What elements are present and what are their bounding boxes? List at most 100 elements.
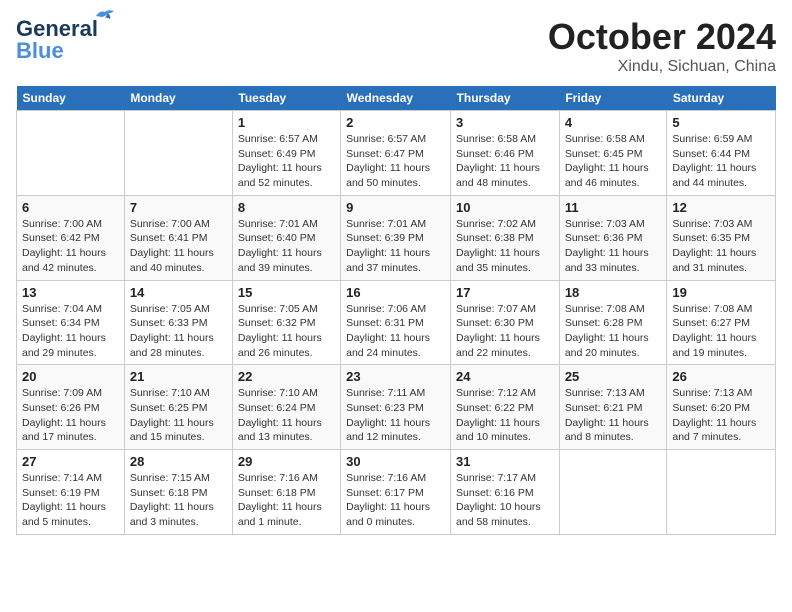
calendar-cell (667, 450, 776, 535)
day-number: 24 (456, 369, 554, 384)
weekday-header-friday: Friday (559, 86, 667, 111)
calendar-cell: 21 Sunrise: 7:10 AMSunset: 6:25 PMDayligh… (124, 365, 232, 450)
day-number: 21 (130, 369, 227, 384)
calendar-week-2: 6Sunrise: 7:00 AMSunset: 6:42 PMDaylight… (17, 195, 776, 280)
day-number: 13 (22, 285, 119, 300)
calendar-cell: 20Sunrise: 7:09 AMSunset: 6:26 PMDayligh… (17, 365, 125, 450)
day-number: 10 (456, 200, 554, 215)
calendar-cell: 22Sunrise: 7:10 AMSunset: 6:24 PMDayligh… (232, 365, 340, 450)
calendar-week-1: 1 Sunrise: 6:57 AMSunset: 6:49 PMDaylight… (17, 111, 776, 196)
day-info: Sunrise: 7:14 AMSunset: 6:19 PMDaylight:… (22, 471, 119, 530)
calendar-cell: 13 Sunrise: 7:04 AMSunset: 6:34 PMDayligh… (17, 280, 125, 365)
day-info: Sunrise: 7:07 AMSunset: 6:30 PMDaylight:… (456, 302, 554, 361)
title-area: October 2024 Xindu, Sichuan, China (548, 16, 776, 76)
calendar-cell: 30 Sunrise: 7:16 AMSunset: 6:17 PMDayligh… (341, 450, 451, 535)
day-number: 9 (346, 200, 445, 215)
calendar-cell: 6Sunrise: 7:00 AMSunset: 6:42 PMDaylight… (17, 195, 125, 280)
calendar-cell: 2 Sunrise: 6:57 AMSunset: 6:47 PMDaylight… (341, 111, 451, 196)
day-info: Sunrise: 6:58 AMSunset: 6:45 PMDaylight:… (565, 132, 662, 191)
weekday-header-sunday: Sunday (17, 86, 125, 111)
calendar-cell: 25Sunrise: 7:13 AMSunset: 6:21 PMDayligh… (559, 365, 667, 450)
day-info: Sunrise: 7:04 AMSunset: 6:34 PMDaylight:… (22, 302, 119, 361)
day-info: Sunrise: 7:01 AMSunset: 6:39 PMDaylight:… (346, 217, 445, 276)
calendar-cell (559, 450, 667, 535)
calendar-cell: 9 Sunrise: 7:01 AMSunset: 6:39 PMDaylight… (341, 195, 451, 280)
day-number: 4 (565, 115, 662, 130)
day-number: 1 (238, 115, 335, 130)
calendar-cell: 23 Sunrise: 7:11 AMSunset: 6:23 PMDayligh… (341, 365, 451, 450)
day-number: 5 (672, 115, 770, 130)
day-number: 30 (346, 454, 445, 469)
calendar-table: SundayMondayTuesdayWednesdayThursdayFrid… (16, 86, 776, 535)
day-info: Sunrise: 7:16 AMSunset: 6:17 PMDaylight:… (346, 471, 445, 530)
calendar-cell: 11 Sunrise: 7:03 AMSunset: 6:36 PMDayligh… (559, 195, 667, 280)
day-number: 6 (22, 200, 119, 215)
calendar-cell: 28Sunrise: 7:15 AMSunset: 6:18 PMDayligh… (124, 450, 232, 535)
day-info: Sunrise: 7:02 AMSunset: 6:38 PMDaylight:… (456, 217, 554, 276)
calendar-cell (124, 111, 232, 196)
day-info: Sunrise: 7:03 AMSunset: 6:35 PMDaylight:… (672, 217, 770, 276)
calendar-cell: 5 Sunrise: 6:59 AMSunset: 6:44 PMDaylight… (667, 111, 776, 196)
day-info: Sunrise: 6:58 AMSunset: 6:46 PMDaylight:… (456, 132, 554, 191)
day-number: 27 (22, 454, 119, 469)
calendar-cell: 31 Sunrise: 7:17 AMSunset: 6:16 PMDayligh… (451, 450, 560, 535)
weekday-header-thursday: Thursday (451, 86, 560, 111)
day-number: 12 (672, 200, 770, 215)
weekday-header-monday: Monday (124, 86, 232, 111)
logo-general: General (16, 16, 98, 41)
day-info: Sunrise: 7:10 AMSunset: 6:25 PMDaylight:… (130, 386, 227, 445)
day-number: 20 (22, 369, 119, 384)
day-info: Sunrise: 7:17 AMSunset: 6:16 PMDaylight:… (456, 471, 554, 530)
calendar-cell: 12 Sunrise: 7:03 AMSunset: 6:35 PMDayligh… (667, 195, 776, 280)
day-number: 16 (346, 285, 445, 300)
day-number: 23 (346, 369, 445, 384)
day-info: Sunrise: 6:59 AMSunset: 6:44 PMDaylight:… (672, 132, 770, 191)
day-number: 28 (130, 454, 227, 469)
calendar-cell: 17Sunrise: 7:07 AMSunset: 6:30 PMDayligh… (451, 280, 560, 365)
calendar-cell: 1 Sunrise: 6:57 AMSunset: 6:49 PMDaylight… (232, 111, 340, 196)
location-title: Xindu, Sichuan, China (548, 58, 776, 76)
day-info: Sunrise: 7:16 AMSunset: 6:18 PMDaylight:… (238, 471, 335, 530)
calendar-cell: 14Sunrise: 7:05 AMSunset: 6:33 PMDayligh… (124, 280, 232, 365)
day-number: 31 (456, 454, 554, 469)
day-info: Sunrise: 7:13 AMSunset: 6:21 PMDaylight:… (565, 386, 662, 445)
day-info: Sunrise: 7:12 AMSunset: 6:22 PMDaylight:… (456, 386, 554, 445)
day-number: 18 (565, 285, 662, 300)
day-info: Sunrise: 7:13 AMSunset: 6:20 PMDaylight:… (672, 386, 770, 445)
day-info: Sunrise: 7:01 AMSunset: 6:40 PMDaylight:… (238, 217, 335, 276)
day-info: Sunrise: 7:00 AMSunset: 6:41 PMDaylight:… (130, 217, 227, 276)
day-number: 22 (238, 369, 335, 384)
calendar-cell: 19Sunrise: 7:08 AMSunset: 6:27 PMDayligh… (667, 280, 776, 365)
calendar-cell (17, 111, 125, 196)
day-info: Sunrise: 7:05 AMSunset: 6:32 PMDaylight:… (238, 302, 335, 361)
calendar-week-3: 13 Sunrise: 7:04 AMSunset: 6:34 PMDayligh… (17, 280, 776, 365)
calendar-cell: 29 Sunrise: 7:16 AMSunset: 6:18 PMDayligh… (232, 450, 340, 535)
logo-bird-icon (94, 8, 116, 24)
day-info: Sunrise: 7:08 AMSunset: 6:28 PMDaylight:… (565, 302, 662, 361)
calendar-cell: 10 Sunrise: 7:02 AMSunset: 6:38 PMDayligh… (451, 195, 560, 280)
day-info: Sunrise: 7:03 AMSunset: 6:36 PMDaylight:… (565, 217, 662, 276)
weekday-header-wednesday: Wednesday (341, 86, 451, 111)
day-info: Sunrise: 7:11 AMSunset: 6:23 PMDaylight:… (346, 386, 445, 445)
calendar-cell: 7Sunrise: 7:00 AMSunset: 6:41 PMDaylight… (124, 195, 232, 280)
month-title: October 2024 (548, 16, 776, 58)
day-number: 3 (456, 115, 554, 130)
calendar-cell: 8Sunrise: 7:01 AMSunset: 6:40 PMDaylight… (232, 195, 340, 280)
calendar-cell: 24 Sunrise: 7:12 AMSunset: 6:22 PMDayligh… (451, 365, 560, 450)
day-info: Sunrise: 6:57 AMSunset: 6:47 PMDaylight:… (346, 132, 445, 191)
weekday-header-saturday: Saturday (667, 86, 776, 111)
calendar-cell: 16 Sunrise: 7:06 AMSunset: 6:31 PMDayligh… (341, 280, 451, 365)
calendar-header-row: SundayMondayTuesdayWednesdayThursdayFrid… (17, 86, 776, 111)
day-info: Sunrise: 7:06 AMSunset: 6:31 PMDaylight:… (346, 302, 445, 361)
day-info: Sunrise: 6:57 AMSunset: 6:49 PMDaylight:… (238, 132, 335, 191)
calendar-week-4: 20Sunrise: 7:09 AMSunset: 6:26 PMDayligh… (17, 365, 776, 450)
header: General Blue October 2024 Xindu, Sichuan… (16, 16, 776, 76)
calendar-cell: 4 Sunrise: 6:58 AMSunset: 6:45 PMDaylight… (559, 111, 667, 196)
day-number: 29 (238, 454, 335, 469)
logo: General Blue (16, 16, 98, 64)
day-number: 2 (346, 115, 445, 130)
calendar-cell: 15Sunrise: 7:05 AMSunset: 6:32 PMDayligh… (232, 280, 340, 365)
day-number: 26 (672, 369, 770, 384)
day-number: 11 (565, 200, 662, 215)
day-info: Sunrise: 7:05 AMSunset: 6:33 PMDaylight:… (130, 302, 227, 361)
